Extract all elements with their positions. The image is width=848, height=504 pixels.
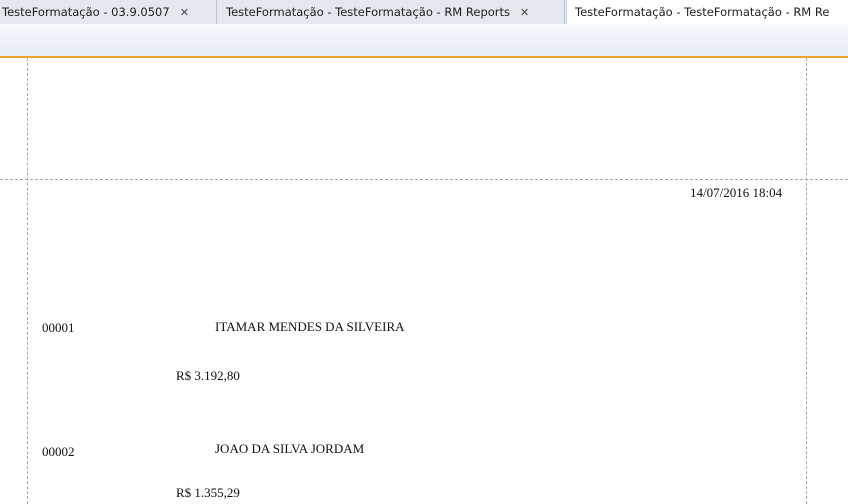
record-name: ITAMAR MENDES DA SILVEIRA bbox=[215, 319, 405, 334]
record-code: 00001 bbox=[42, 320, 75, 335]
tab-label: TesteFormatação - TesteFormatação - RM R… bbox=[575, 5, 830, 19]
tab-active-report[interactable]: TesteFormatação - TesteFormatação - RM R… bbox=[566, 0, 848, 25]
tab-label: TesteFormatação - TesteFormatação - RM R… bbox=[226, 5, 511, 19]
tab-teste-formatacao-version[interactable]: TesteFormatação - 03.9.0507 ✕ bbox=[0, 0, 217, 24]
close-icon[interactable]: ✕ bbox=[180, 1, 189, 25]
tab-label: TesteFormatação - 03.9.0507 bbox=[2, 5, 170, 19]
report-preview-canvas[interactable]: 14/07/2016 18:04 00001 ITAMAR MENDES DA … bbox=[0, 58, 848, 504]
record-name: JOAO DA SILVA JORDAM bbox=[215, 441, 365, 456]
right-margin-guide bbox=[806, 58, 807, 504]
report-timestamp: 14/07/2016 18:04 bbox=[690, 185, 783, 200]
tab-teste-formatacao-rm-reports[interactable]: TesteFormatação - TesteFormatação - RM R… bbox=[218, 0, 565, 24]
close-icon[interactable]: ✕ bbox=[520, 1, 529, 25]
left-margin-guide bbox=[27, 58, 28, 504]
record-code: 00002 bbox=[42, 444, 75, 459]
document-header-band bbox=[0, 24, 848, 56]
document-tab-strip: TesteFormatação - 03.9.0507 ✕ TesteFormat… bbox=[0, 0, 848, 25]
record-amount: R$ 3.192,80 bbox=[176, 368, 240, 383]
band-divider-line bbox=[0, 179, 848, 180]
record-amount: R$ 1.355,29 bbox=[176, 485, 240, 500]
